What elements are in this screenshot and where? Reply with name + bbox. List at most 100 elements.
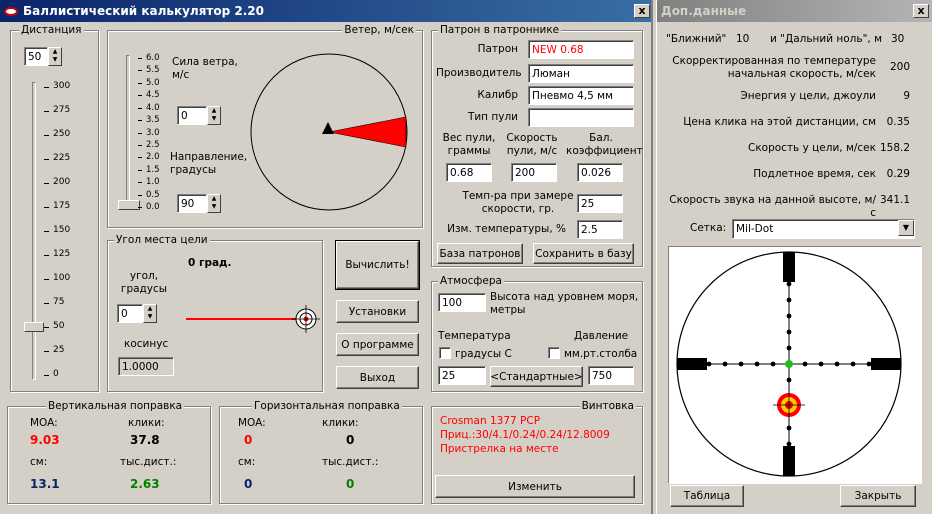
wind-tick-label: 1.5 (146, 164, 160, 175)
bullet-type-label: Тип пули (467, 111, 518, 123)
distance-slider-thumb[interactable] (24, 322, 44, 332)
bc-input[interactable]: 0.026 (577, 163, 623, 182)
extra-row-value: 158.2 (880, 142, 911, 154)
mmhg-label: мм.рт.столба (564, 348, 638, 360)
mil-dot (834, 361, 840, 367)
mil-dot (786, 297, 792, 303)
table-button[interactable]: Таблица (670, 485, 744, 507)
cosine-value: 1.0000 (118, 357, 174, 376)
distance-input[interactable]: 50 (24, 47, 48, 66)
extra-row-label: Подлетное время, сек (753, 168, 876, 180)
wind-slider-thumb[interactable] (118, 200, 140, 210)
pressure-input[interactable]: 750 (588, 366, 634, 385)
maker-label: Производитель (436, 67, 522, 79)
mil-dot (866, 361, 872, 367)
wind-force-input[interactable]: 0 (177, 106, 207, 125)
standard-button[interactable]: <Стандартные> (490, 366, 583, 387)
angle-label: угол, градусы (120, 270, 168, 295)
wind-tick-label: 1.0 (146, 177, 160, 188)
main-close-button[interactable]: x (634, 4, 650, 18)
pressure-label: Давление (574, 330, 629, 342)
wind-tick (138, 157, 142, 159)
settings-button[interactable]: Установки (336, 300, 419, 323)
distance-spinner[interactable]: ▲ ▼ (48, 47, 62, 66)
altitude-input[interactable]: 100 (438, 293, 486, 312)
about-button[interactable]: О программе (336, 333, 419, 356)
close-side-button[interactable]: Закрыть (840, 485, 916, 507)
weight-input[interactable]: 0.68 (446, 163, 492, 182)
cartridge-input[interactable]: NEW 0.68 (528, 40, 634, 59)
bullet-type-input[interactable] (528, 108, 634, 127)
wind-sector (328, 116, 407, 148)
wind-direction-input[interactable]: 90 (177, 194, 207, 213)
v-moa-label: MOA: (30, 417, 58, 429)
wind-direction-spinner[interactable]: ▲ ▼ (207, 194, 221, 213)
mil-dot (738, 361, 744, 367)
wind-tick (138, 107, 142, 109)
wind-tick (138, 95, 142, 97)
celsius-label: градусы С (455, 348, 512, 360)
reticle-select[interactable]: Mil-Dot ▼ (732, 219, 915, 239)
v-cm-label: см: (30, 456, 48, 468)
mil-dot (786, 313, 792, 319)
cartridge-db-button[interactable]: База патронов (437, 243, 523, 264)
side-close-button[interactable]: x (913, 4, 929, 18)
distance-tick (44, 111, 49, 112)
speed-input[interactable]: 200 (511, 163, 557, 182)
angle-indicator (186, 305, 320, 333)
calculate-button[interactable]: Вычислить! (335, 240, 420, 290)
mil-dot (722, 361, 728, 367)
side-titlebar: Доп.данные (657, 0, 932, 22)
distance-title: Дистанция (19, 24, 84, 36)
temp-change-input[interactable]: 2.5 (577, 220, 623, 239)
distance-tick-label: 50 (53, 321, 65, 331)
atmosphere-title: Атмосфера (438, 275, 504, 287)
air-temp-input[interactable]: 25 (438, 366, 486, 385)
wind-direction-label: Направление, градусы (170, 151, 248, 176)
rifle-scope: Приц.:30/4.1/0.24/0.24/12.8009 (440, 429, 610, 441)
distance-tick-label: 125 (53, 249, 71, 259)
mil-dot (706, 361, 712, 367)
distance-tick-label: 75 (53, 297, 65, 307)
wind-tick-label: 2.5 (146, 139, 160, 150)
distance-tick-label: 175 (53, 201, 71, 211)
wind-tick-label: 0.5 (146, 189, 160, 200)
temp-change-label: Изм. температуры, % (447, 223, 566, 235)
save-to-db-button[interactable]: Сохранить в базу (533, 243, 634, 264)
speed-label: Скорость пули, м/с (506, 132, 558, 157)
distance-slider-track[interactable] (32, 82, 36, 380)
wind-tick (138, 194, 142, 196)
wind-tick-label: 2.0 (146, 152, 160, 163)
exit-button[interactable]: Выход (336, 366, 419, 389)
main-title: Баллистический калькулятор 2.20 (23, 4, 264, 18)
reticle-label: Сетка: (690, 222, 727, 234)
mil-dot (786, 329, 792, 335)
h-cm-value: 0 (244, 477, 253, 491)
v-tds-label: тыс.дист.: (120, 456, 177, 468)
v-tds-value: 2.63 (130, 477, 160, 491)
wind-tick (138, 132, 142, 134)
angle-spinner[interactable]: ▲ ▼ (143, 304, 157, 323)
mil-dot (786, 425, 792, 431)
mil-dot (754, 361, 760, 367)
wind-slider-track[interactable] (126, 55, 130, 210)
aim-center-dot (785, 360, 793, 368)
distance-tick (44, 231, 49, 232)
reticle-select-value: Mil-Dot (736, 223, 774, 235)
cartridge-title: Патрон в патроннике (438, 24, 562, 36)
wind-tick (138, 144, 142, 146)
v-cm-value: 13.1 (30, 477, 60, 491)
caliber-input[interactable]: Пневмо 4,5 мм (528, 86, 634, 105)
angle-input[interactable]: 0 (117, 304, 143, 323)
change-rifle-button[interactable]: Изменить (435, 475, 635, 498)
side-title: Доп.данные (661, 4, 747, 18)
mmhg-checkbox[interactable] (548, 347, 560, 359)
mil-dot (802, 361, 808, 367)
extra-row-label: Скорость звука на данной высоте, м/с (669, 194, 876, 219)
chevron-down-icon[interactable]: ▼ (898, 220, 914, 236)
wind-force-spinner[interactable]: ▲ ▼ (207, 106, 221, 125)
celsius-checkbox[interactable] (439, 347, 451, 359)
wind-direction-dial (250, 53, 408, 211)
maker-input[interactable]: Люман (528, 64, 634, 83)
measure-temp-input[interactable]: 25 (577, 194, 623, 213)
